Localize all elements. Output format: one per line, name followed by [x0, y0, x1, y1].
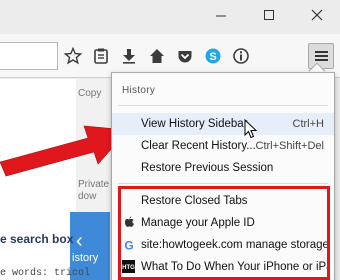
menu-item-label: View History Sidebar: [141, 118, 248, 130]
hamburger-menu-icon[interactable]: [308, 43, 334, 69]
pocket-icon[interactable]: [174, 45, 196, 67]
info-icon[interactable]: [230, 45, 252, 67]
copy-label: Copy: [78, 88, 102, 99]
menu-separator: [118, 105, 328, 106]
bookmark-star-icon[interactable]: [62, 45, 84, 67]
restore-previous-session-item[interactable]: Restore Previous Session: [112, 157, 334, 179]
menu-item-shortcut: Ctrl+H: [292, 118, 324, 130]
history-panel-label: istory: [72, 252, 99, 264]
history-menu-title: History: [122, 85, 156, 96]
download-arrow-icon[interactable]: [118, 45, 140, 67]
menu-item-label: Clear Recent History...: [141, 140, 256, 152]
close-icon[interactable]: [294, 0, 340, 30]
page-words-text: e words: tricol: [0, 268, 91, 279]
url-bar[interactable]: [0, 42, 58, 70]
private-window-label-2: dow: [78, 191, 97, 202]
chevron-left-icon: ‹: [76, 230, 83, 252]
page-search-text: e search box: [0, 232, 74, 246]
maximize-icon[interactable]: [246, 0, 292, 30]
minimize-icon[interactable]: [198, 0, 244, 30]
clear-recent-history-item[interactable]: Clear Recent History... Ctrl+Shift+Del: [112, 135, 334, 157]
svg-text:S: S: [209, 51, 216, 63]
skype-icon[interactable]: S: [202, 45, 224, 67]
home-icon[interactable]: [146, 45, 168, 67]
window-title-bar: [0, 0, 340, 34]
mouse-cursor-icon: [244, 119, 258, 139]
menu-item-label: Restore Previous Session: [141, 162, 274, 174]
menu-item-shortcut: Ctrl+Shift+Del: [255, 140, 324, 152]
annotation-highlight-box: [118, 186, 330, 280]
menu-separator: [118, 183, 328, 184]
reading-list-icon[interactable]: [90, 45, 112, 67]
view-history-sidebar-item[interactable]: View History Sidebar Ctrl+H: [112, 113, 334, 135]
